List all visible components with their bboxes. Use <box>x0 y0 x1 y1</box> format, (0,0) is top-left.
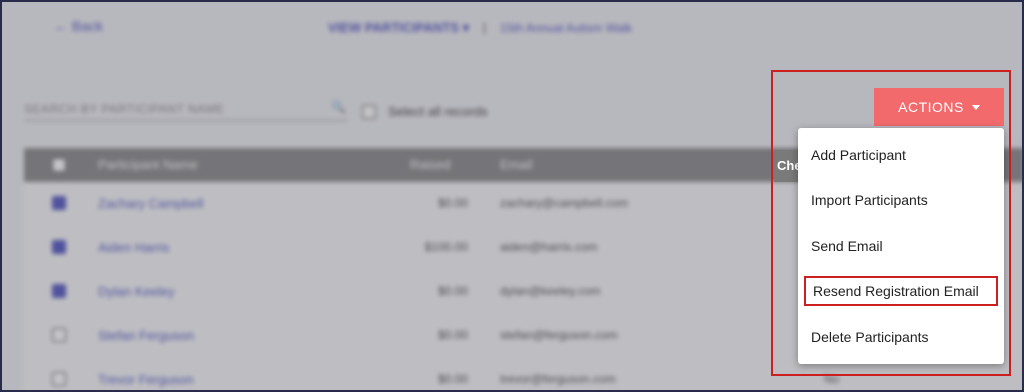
column-header-partial: Che <box>774 150 800 182</box>
menu-item-import-participants[interactable]: Import Participants <box>798 185 1004 215</box>
actions-dropdown-menu: Add Participant Import Participants Send… <box>798 128 1004 364</box>
screenshot-frame: ← Back VIEW PARTICIPANTS ▾ | 15th Annual… <box>0 0 1024 392</box>
menu-item-delete-participants[interactable]: Delete Participants <box>798 322 1004 352</box>
menu-item-resend-registration-email[interactable]: Resend Registration Email <box>804 276 998 306</box>
actions-button[interactable]: ACTIONS <box>874 88 1004 126</box>
menu-item-send-email[interactable]: Send Email <box>798 231 1004 261</box>
caret-down-icon <box>971 104 980 110</box>
actions-button-label: ACTIONS <box>898 99 964 115</box>
menu-item-add-participant[interactable]: Add Participant <box>798 140 1004 170</box>
